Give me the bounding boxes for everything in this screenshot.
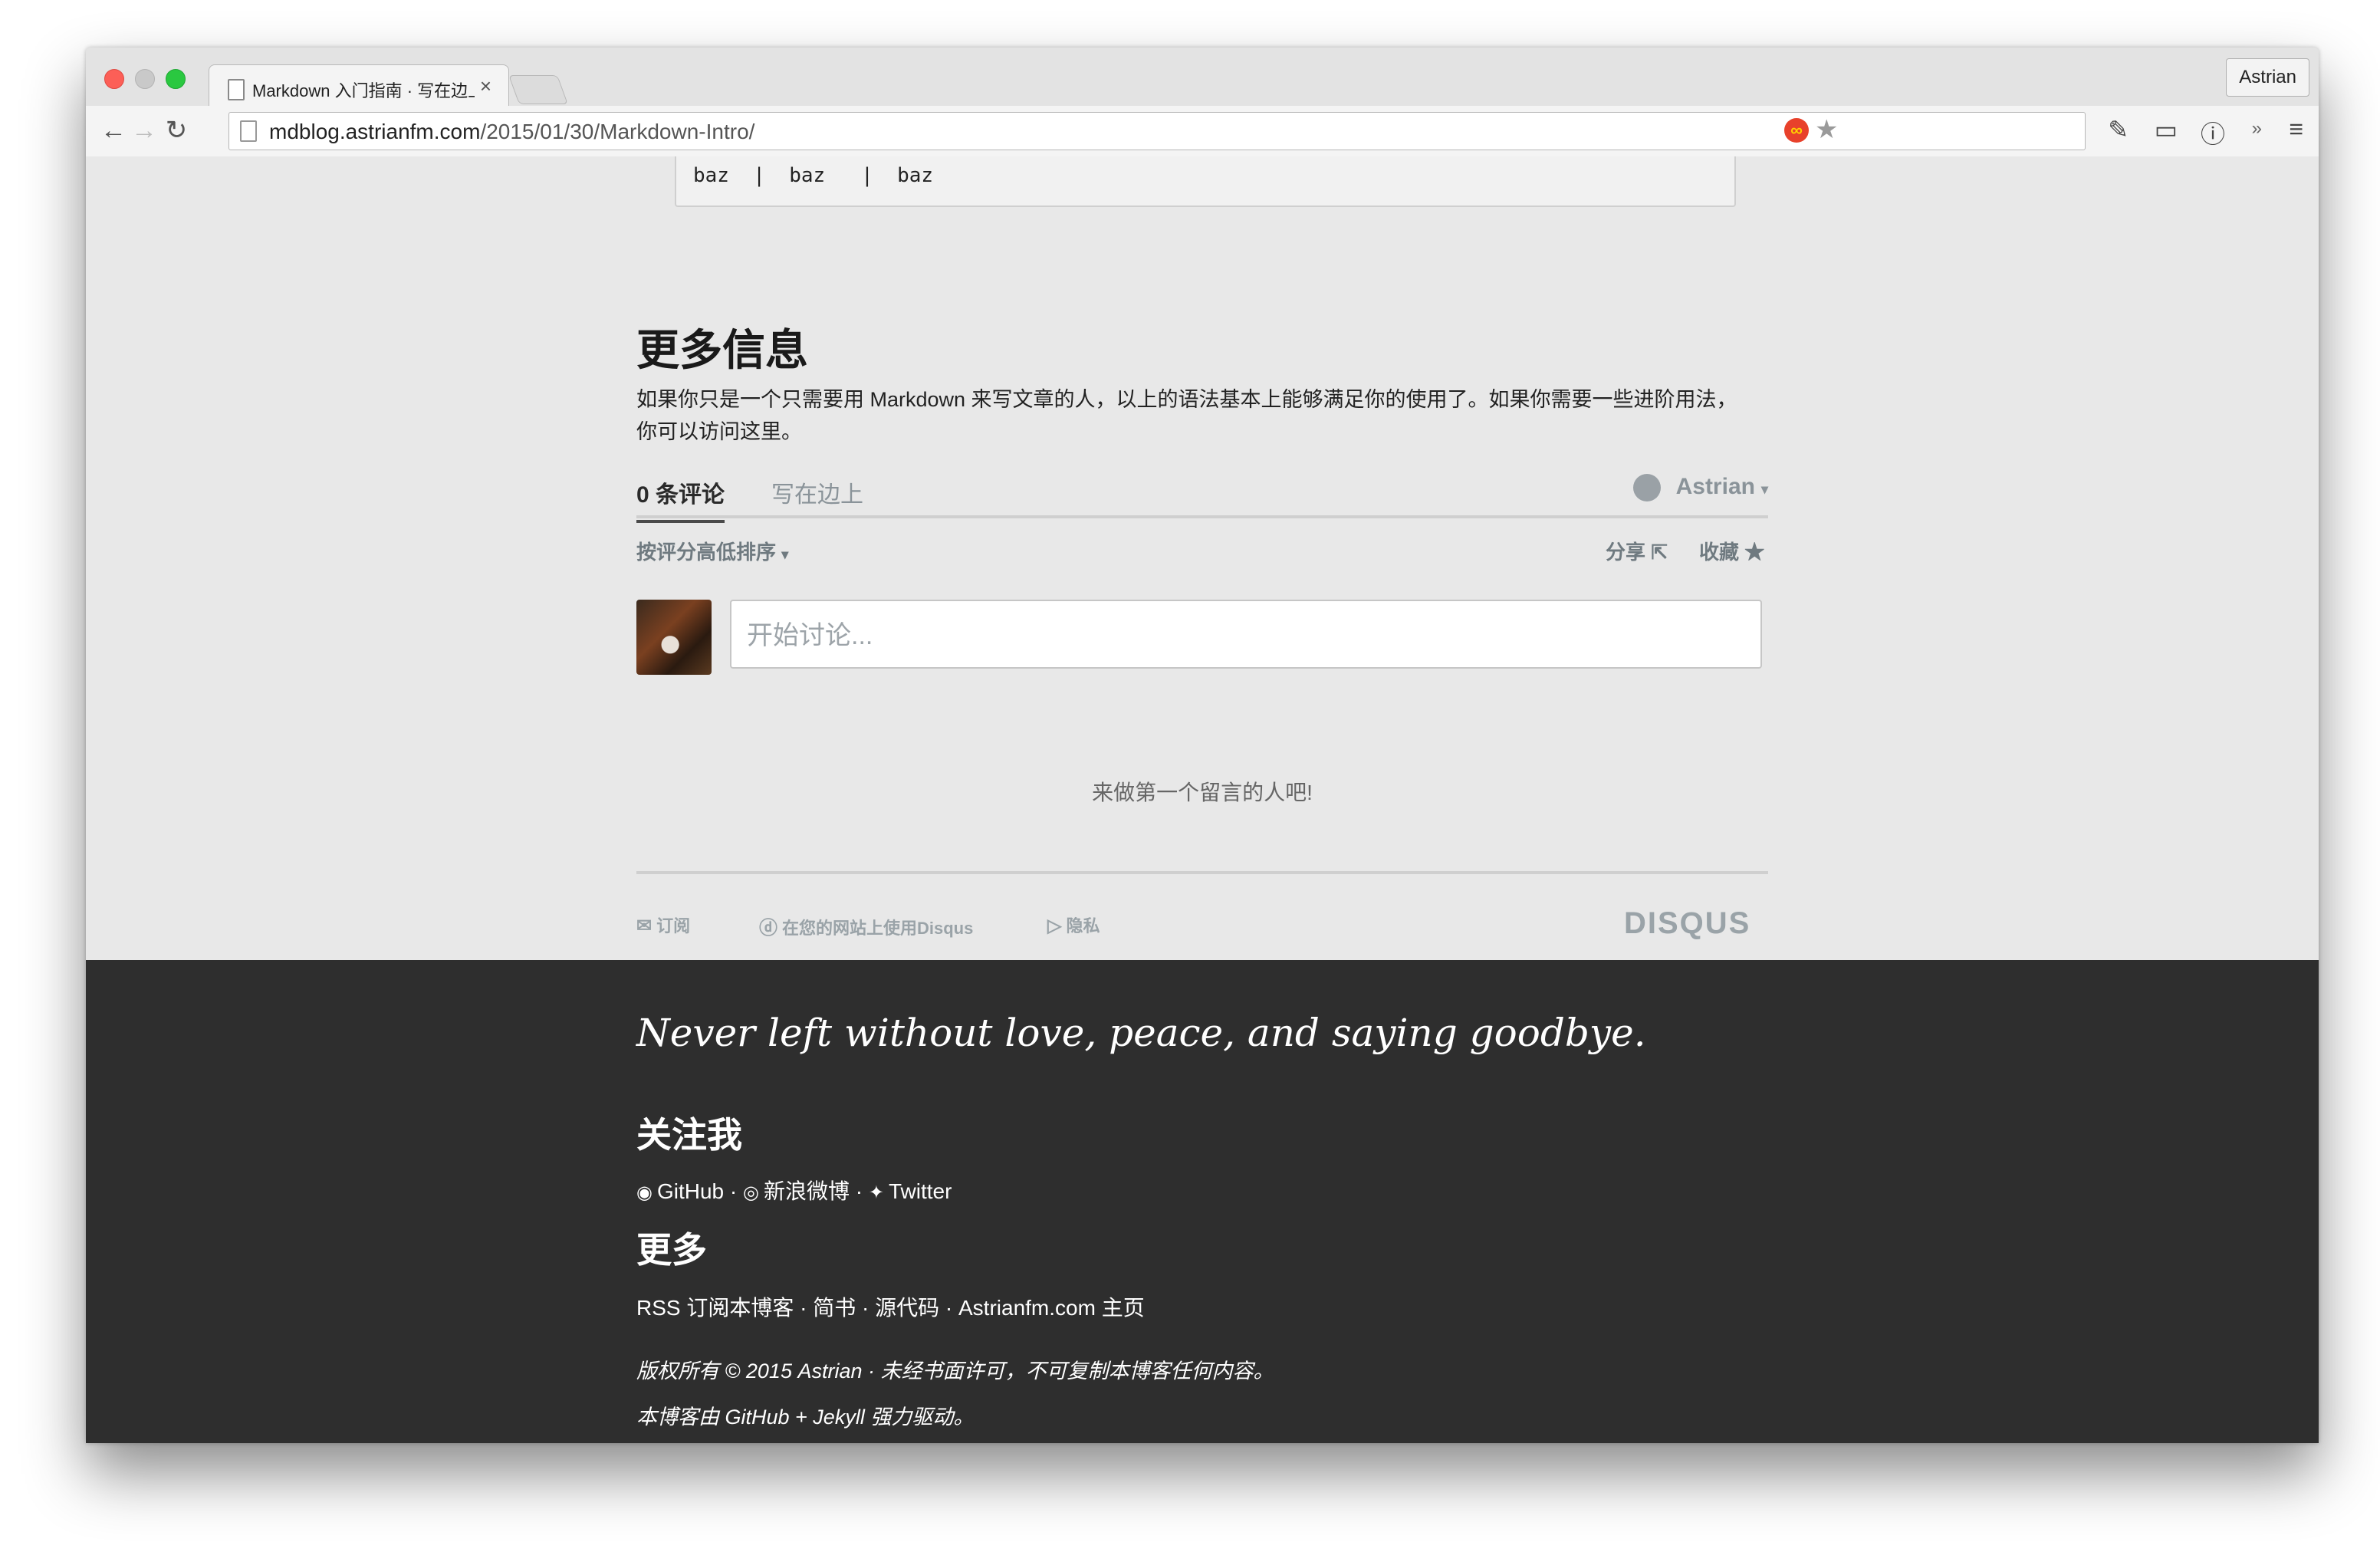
twitter-label: Twitter [888,1179,952,1203]
share-icon: ⇱ [1651,541,1668,564]
password-manager-icon[interactable]: ⓘ [2201,115,2225,150]
more-links[interactable]: RSS 订阅本博客 · 简书 · 源代码 · Astrianfm.com 主页 [636,1291,1145,1322]
chevron-down-icon: ▾ [1760,482,1768,497]
subscribe-link[interactable]: ✉ 订阅 [636,912,690,937]
add-disqus-link[interactable]: ⓓ 在您的网站上使用Disqus [759,912,973,939]
chevron-down-icon: ▾ [781,547,789,562]
browser-tab[interactable]: Markdown 入门指南 · 写在边上 × [209,64,509,108]
twitter-link[interactable]: ✦ Twitter [869,1179,952,1203]
sort-label: 按评分高低排序 [636,541,777,564]
disqus-username: Astrian [1675,474,1755,499]
share-label: 分享 [1606,541,1646,564]
tab-community[interactable]: 写在边上 [771,475,863,509]
site-footer: Never left without love, peace, and sayi… [86,960,2319,1443]
forward-arrow-icon[interactable]: → [129,115,159,146]
section-paragraph: 如果你只是一个只需要用 Markdown 来写文章的人，以上的语法基本上能够满足… [636,388,1737,443]
browser-window: Markdown 入门指南 · 写在边上 × Astrian ← → ↻ mdb… [86,48,2319,1443]
weibo-label: 新浪微博 [763,1179,850,1203]
minimize-window-button[interactable] [135,69,155,89]
maximize-window-button[interactable] [166,69,186,89]
comment-input[interactable]: 开始讨论... [730,600,1762,669]
subscribe-label: 订阅 [656,916,691,935]
user-bubble-icon [1632,474,1661,502]
extension-icon[interactable]: ∞ [1784,118,1809,143]
profile-button[interactable]: Astrian [2226,58,2309,97]
bookmark-star-icon[interactable]: ★ [1815,114,1839,144]
github-icon: ◉ [636,1182,653,1203]
more-extensions-icon[interactable]: » [2252,118,2262,140]
tab-close-icon[interactable]: × [480,74,491,98]
mail-icon: ✉ [636,916,653,936]
weibo-link[interactable]: ◎ 新浪微博 [743,1179,850,1203]
twitter-icon: ✦ [868,1182,884,1203]
sort-dropdown[interactable]: 按评分高低排序 ▾ [636,537,788,565]
tab-comment-count[interactable]: 0 条评论 [636,475,725,523]
powered-by-text: 本博客由 GitHub + Jekyll 强力驱动。 [636,1406,975,1429]
url-path: /2015/01/30/Markdown-Intro/ [480,120,755,143]
divider [636,871,1768,874]
footer-motto: Never left without love, peace, and sayi… [636,1011,1646,1055]
github-link[interactable]: ◉ GitHub [636,1179,724,1203]
disqus-user-menu[interactable]: Astrian ▾ [1632,474,1768,502]
cast-icon[interactable]: ▭ [2155,115,2178,144]
favorite-button[interactable]: 收藏 ★ [1699,537,1764,565]
back-arrow-icon[interactable]: ← [98,115,129,146]
star-icon: ★ [1744,541,1765,564]
close-window-button[interactable] [104,69,124,89]
avatar [636,600,712,675]
address-bar[interactable]: mdblog.astrianfm.com/2015/01/30/Markdown… [228,112,2086,150]
tab-bar: Markdown 入门指南 · 写在边上 × Astrian [86,48,2319,108]
link-separator: · [849,1179,869,1203]
share-button[interactable]: 分享 ⇱ [1606,537,1668,565]
github-label: GitHub [656,1179,725,1203]
add-disqus-label: 在您的网站上使用Disqus [782,919,974,938]
new-tab-button[interactable] [508,75,568,104]
empty-comments-message: 来做第一个留言的人吧! [1092,781,1313,804]
copyright-text: 版权所有 © 2015 Astrian · 未经书面许可，不可复制本博客任何内容… [636,1360,1274,1383]
favorite-label: 收藏 [1699,541,1740,564]
reload-icon[interactable]: ↻ [161,115,192,146]
url-host: mdblog.astrianfm.com [269,120,481,143]
disqus-d-icon: ⓓ [759,918,777,939]
url-text[interactable]: mdblog.astrianfm.com/2015/01/30/Markdown… [269,120,754,144]
page-icon [240,120,257,142]
privacy-label: 隐私 [1066,916,1100,935]
browser-toolbar: ← → ↻ mdblog.astrianfm.com/2015/01/30/Ma… [86,106,2319,157]
tab-title: Markdown 入门指南 · 写在边上 [252,81,475,100]
privacy-icon: ▷ [1047,916,1062,936]
follow-heading: 关注我 [636,1115,742,1155]
disqus-tabs: 0 条评论 写在边上 Astrian ▾ [636,471,1768,523]
page-content: baz | baz | baz 更多信息 如果你只是一个只需要用 Markdow… [86,156,2319,960]
privacy-link[interactable]: ▷ 隐私 [1047,912,1100,937]
follow-links: ◉ GitHub · ◎ 新浪微博 · ✦ Twitter [636,1175,952,1205]
code-block: baz | baz | baz [675,156,1736,207]
disqus-logo[interactable]: DISQUS [1624,906,1750,941]
more-heading: 更多 [636,1230,707,1270]
hamburger-menu-icon[interactable]: ≡ [2289,115,2303,143]
code-text: baz | baz | baz [693,164,934,187]
page-icon [228,79,245,100]
weibo-icon: ◎ [743,1182,759,1203]
section-heading: 更多信息 [636,326,808,374]
link-separator: · [724,1179,743,1203]
brush-extension-icon[interactable]: ✎ [2108,115,2129,144]
